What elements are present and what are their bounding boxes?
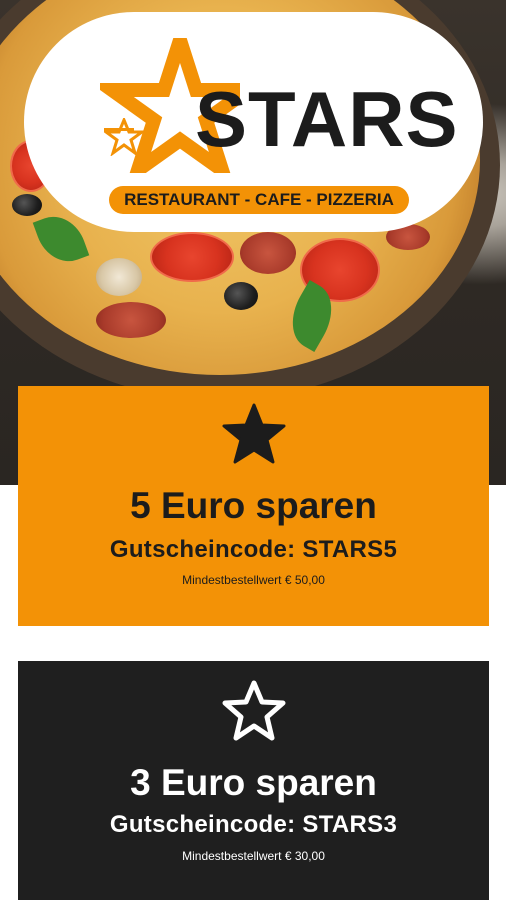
voucher-title: 5 Euro sparen bbox=[130, 485, 377, 526]
salami-topping bbox=[96, 302, 166, 338]
voucher-card-3-euro[interactable]: 3 Euro sparen Gutscheincode: STARS3 Mind… bbox=[18, 661, 489, 900]
logo-small-star-icon bbox=[104, 118, 144, 156]
logo-tagline: RESTAURANT - CAFE - PIZZERIA bbox=[109, 186, 409, 214]
voucher-min-order: Mindestbestellwert € 50,00 bbox=[182, 573, 325, 587]
voucher-code: Gutscheincode: STARS5 bbox=[109, 536, 398, 563]
logo-speed-line bbox=[104, 128, 134, 131]
star-filled-icon bbox=[222, 403, 286, 464]
olive-topping bbox=[12, 194, 42, 216]
voucher-card-5-euro[interactable]: 5 Euro sparen Gutscheincode: STARS5 Mind… bbox=[18, 386, 489, 626]
voucher-min-order: Mindestbestellwert € 30,00 bbox=[182, 849, 325, 863]
mushroom-topping bbox=[96, 258, 142, 296]
logo-wordmark: STARS bbox=[195, 75, 459, 163]
salami-topping bbox=[240, 232, 296, 274]
tomato-topping bbox=[150, 232, 234, 282]
voucher-title: 3 Euro sparen bbox=[130, 762, 377, 803]
voucher-code: Gutscheincode: STARS3 bbox=[109, 811, 398, 838]
star-outline-icon bbox=[222, 680, 286, 741]
olive-topping bbox=[224, 282, 258, 310]
